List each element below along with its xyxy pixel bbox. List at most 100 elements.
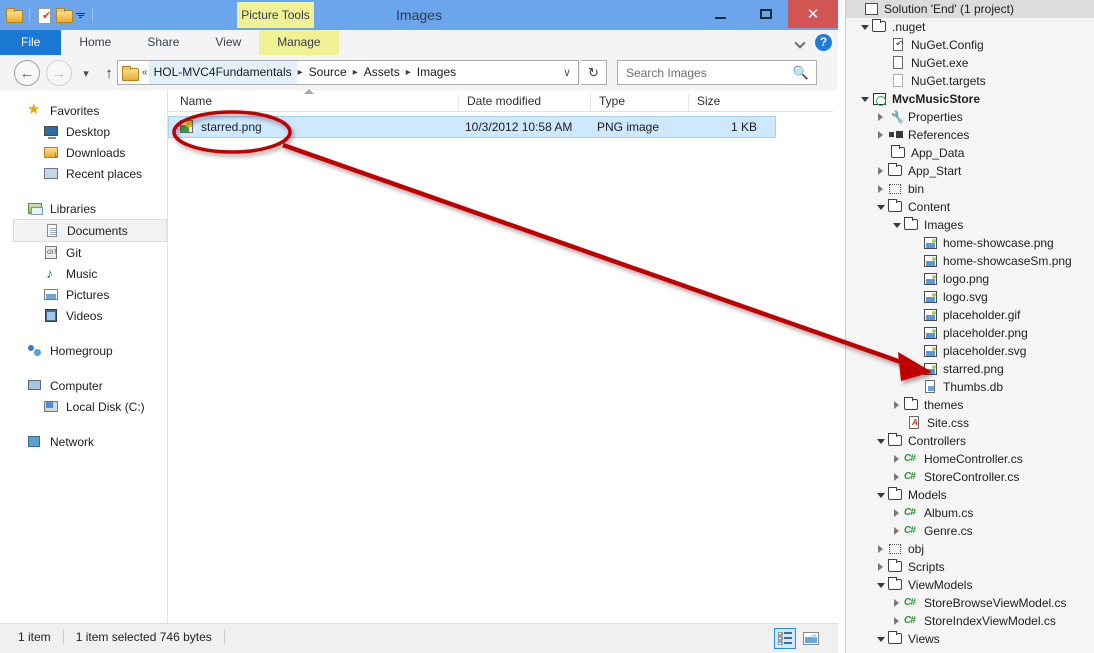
tree-item-bin[interactable]: bin <box>846 180 1094 198</box>
nav-item-libraries[interactable]: Libraries <box>5 198 167 219</box>
minimize-button[interactable] <box>698 0 743 28</box>
tree-item-storecontroller-cs[interactable]: C# StoreController.cs <box>846 468 1094 486</box>
tab-file[interactable]: File <box>0 30 61 55</box>
nav-item-computer[interactable]: Computer <box>5 375 167 396</box>
tree-item-home-showcasesm-png[interactable]: home-showcaseSm.png <box>846 252 1094 270</box>
breadcrumb-item-3[interactable]: Images <box>412 61 461 84</box>
twisty-open-icon[interactable] <box>874 493 887 498</box>
nav-item-local-disk[interactable]: Local Disk (C:) <box>5 396 167 417</box>
twisty-closed-icon[interactable] <box>890 599 903 607</box>
twisty-closed-icon[interactable] <box>890 509 903 517</box>
twisty-closed-icon[interactable] <box>890 617 903 625</box>
tree-item-nuget-targets[interactable]: NuGet.targets <box>846 72 1094 90</box>
tree-item-app-start[interactable]: App_Start <box>846 162 1094 180</box>
nav-item-network[interactable]: Network <box>5 431 167 452</box>
tree-item-nuget-folder[interactable]: .nuget <box>846 18 1094 36</box>
breadcrumb-item-2[interactable]: Assets <box>359 61 405 84</box>
tree-item-logo-png[interactable]: logo.png <box>846 270 1094 288</box>
tree-item-album-cs[interactable]: C# Album.cs <box>846 504 1094 522</box>
search-input[interactable]: Search Images 🔍 <box>617 60 817 85</box>
tree-item-genre-cs[interactable]: C# Genre.cs <box>846 522 1094 540</box>
details-view-button[interactable] <box>774 628 796 649</box>
help-icon[interactable]: ? <box>815 34 832 51</box>
tree-item-app-data[interactable]: App_Data <box>846 144 1094 162</box>
column-header-name[interactable]: Name <box>168 94 458 111</box>
file-row-starred-png[interactable]: starred.png 10/3/2012 10:58 AM PNG image… <box>168 116 776 138</box>
breadcrumb-dropdown-icon[interactable]: ∨ <box>556 66 578 79</box>
refresh-button[interactable]: ↻ <box>581 60 607 85</box>
nav-item-favorites[interactable]: Favorites <box>5 100 167 121</box>
customize-caret-icon[interactable] <box>76 13 85 18</box>
nav-item-desktop[interactable]: Desktop <box>5 121 167 142</box>
nav-item-pictures[interactable]: Pictures <box>5 284 167 305</box>
tree-item-thumbs-db[interactable]: Thumbs.db <box>846 378 1094 396</box>
column-header-date-modified[interactable]: Date modified <box>458 94 590 111</box>
search-icon[interactable]: 🔍 <box>793 65 809 81</box>
twisty-closed-icon[interactable] <box>874 167 887 175</box>
breadcrumb-chevron-1[interactable]: ▸ <box>352 67 359 78</box>
tree-item-starred-png[interactable]: starred.png <box>846 360 1094 378</box>
tree-item-models[interactable]: Models <box>846 486 1094 504</box>
nav-item-homegroup[interactable]: Homegroup <box>5 340 167 361</box>
tree-item-logo-svg[interactable]: logo.svg <box>846 288 1094 306</box>
folder-icon[interactable] <box>6 8 22 22</box>
tree-item-viewmodels[interactable]: ViewModels <box>846 576 1094 594</box>
column-header-type[interactable]: Type <box>590 94 688 111</box>
nav-item-music[interactable]: Music <box>5 263 167 284</box>
breadcrumb[interactable]: « HOL-MVC4Fundamentals ▸ Source ▸ Assets… <box>117 60 579 85</box>
twisty-open-icon[interactable] <box>874 205 887 210</box>
twisty-open-icon[interactable] <box>874 439 887 444</box>
tree-item-controllers[interactable]: Controllers <box>846 432 1094 450</box>
tree-item-placeholder-gif[interactable]: placeholder.gif <box>846 306 1094 324</box>
twisty-open-icon[interactable] <box>874 637 887 642</box>
nav-item-downloads[interactable]: Downloads <box>5 142 167 163</box>
close-button[interactable]: ✕ <box>788 0 838 28</box>
breadcrumb-chevron-0[interactable]: ▸ <box>297 67 304 78</box>
tree-item-storebrowseviewmodel-cs[interactable]: C# StoreBrowseViewModel.cs <box>846 594 1094 612</box>
tab-view[interactable]: View <box>197 30 259 55</box>
twisty-closed-icon[interactable] <box>874 131 887 139</box>
tree-item-site-css[interactable]: Site.css <box>846 414 1094 432</box>
nav-item-git[interactable]: Git <box>5 242 167 263</box>
contextual-tab-picture-tools[interactable]: Picture Tools <box>237 2 314 28</box>
twisty-open-icon[interactable] <box>858 97 871 102</box>
twisty-closed-icon[interactable] <box>874 545 887 553</box>
nav-item-recent-places[interactable]: Recent places <box>5 163 167 184</box>
chevron-down-icon[interactable] <box>796 38 805 47</box>
tree-item-obj[interactable]: obj <box>846 540 1094 558</box>
back-button[interactable]: ← <box>14 60 40 86</box>
column-header-size[interactable]: Size <box>688 94 760 111</box>
tree-item-references[interactable]: References <box>846 126 1094 144</box>
tree-item-nuget-exe[interactable]: NuGet.exe <box>846 54 1094 72</box>
new-folder-icon[interactable] <box>56 8 72 22</box>
tree-item-home-showcase-png[interactable]: home-showcase.png <box>846 234 1094 252</box>
tab-share[interactable]: Share <box>129 30 197 55</box>
recent-locations-icon[interactable]: ▾ <box>78 67 94 80</box>
twisty-closed-icon[interactable] <box>890 455 903 463</box>
twisty-closed-icon[interactable] <box>874 563 887 571</box>
twisty-closed-icon[interactable] <box>874 113 887 121</box>
twisty-closed-icon[interactable] <box>874 185 887 193</box>
tree-item-content[interactable]: Content <box>846 198 1094 216</box>
breadcrumb-chevron-2[interactable]: ▸ <box>405 67 412 78</box>
tab-manage[interactable]: Manage <box>259 30 338 55</box>
twisty-closed-icon[interactable] <box>890 527 903 535</box>
tree-item-nuget-config[interactable]: NuGet.Config <box>846 36 1094 54</box>
tree-item-properties[interactable]: 🔧 Properties <box>846 108 1094 126</box>
forward-button[interactable]: → <box>46 60 72 86</box>
tree-item-themes[interactable]: themes <box>846 396 1094 414</box>
tree-item-homecontroller-cs[interactable]: C# HomeController.cs <box>846 450 1094 468</box>
nav-item-documents[interactable]: Documents <box>13 219 167 242</box>
tree-item-placeholder-png[interactable]: placeholder.png <box>846 324 1094 342</box>
tab-home[interactable]: Home <box>61 30 129 55</box>
twisty-open-icon[interactable] <box>890 223 903 228</box>
tree-item-views[interactable]: Views <box>846 630 1094 648</box>
tree-item-placeholder-svg[interactable]: placeholder.svg <box>846 342 1094 360</box>
breadcrumb-item-1[interactable]: Source <box>304 61 352 84</box>
tree-item-storeindexviewmodel-cs[interactable]: C# StoreIndexViewModel.cs <box>846 612 1094 630</box>
tree-item-mvcmusicstore[interactable]: MvcMusicStore <box>846 90 1094 108</box>
breadcrumb-item-0[interactable]: HOL-MVC4Fundamentals <box>149 61 297 84</box>
tree-item-scripts[interactable]: Scripts <box>846 558 1094 576</box>
twisty-closed-icon[interactable] <box>890 473 903 481</box>
properties-icon[interactable] <box>37 8 52 23</box>
